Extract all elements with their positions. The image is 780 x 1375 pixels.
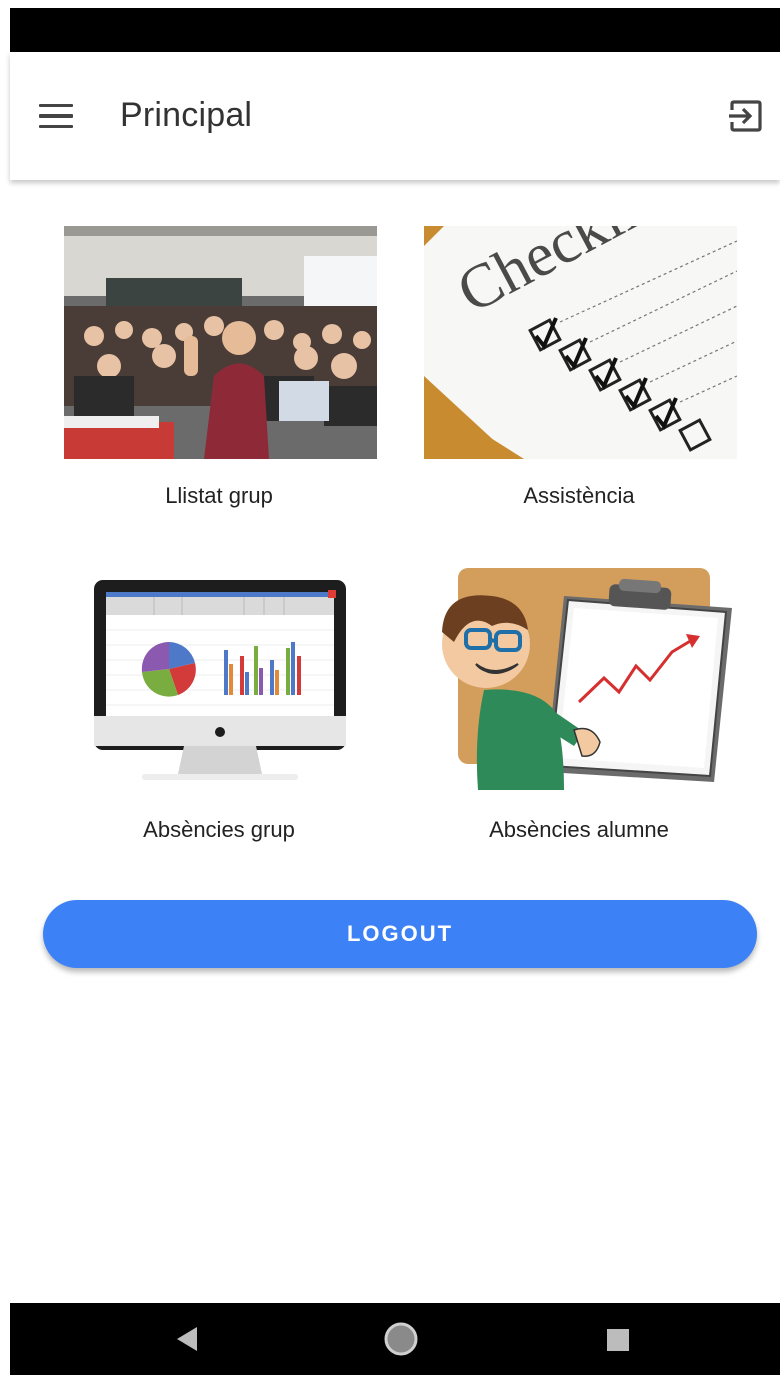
monitor-charts-illustration — [94, 580, 346, 780]
tile-assistencia[interactable]: Checkli Assistència — [414, 226, 744, 516]
logout-icon[interactable] — [726, 96, 766, 136]
home-circle-icon[interactable] — [383, 1321, 419, 1357]
tile-absencies-alumne[interactable]: Absències alumne — [414, 560, 744, 850]
status-bar — [10, 8, 780, 52]
checklist-photo: Checkli — [424, 226, 737, 459]
back-triangle-icon[interactable] — [175, 1325, 199, 1353]
classroom-photo — [64, 226, 377, 459]
logout-button[interactable]: LOGOUT — [43, 900, 757, 968]
system-navigation-bar — [10, 1303, 780, 1375]
page-title: Principal — [120, 96, 253, 134]
tile-label: Assistència — [523, 483, 635, 508]
tile-label: Absències alumne — [489, 817, 669, 842]
presenter-clipboard-illustration — [442, 568, 732, 790]
tile-llistat-grup[interactable]: Llistat grup — [54, 226, 384, 516]
tile-absencies-grup[interactable]: Absències grup — [54, 560, 384, 850]
recents-square-icon[interactable] — [607, 1329, 629, 1351]
tile-label: Llistat grup — [165, 483, 273, 508]
menu-icon[interactable] — [32, 92, 80, 140]
tile-label: Absències grup — [143, 817, 295, 842]
app-bar: Principal — [10, 52, 780, 180]
